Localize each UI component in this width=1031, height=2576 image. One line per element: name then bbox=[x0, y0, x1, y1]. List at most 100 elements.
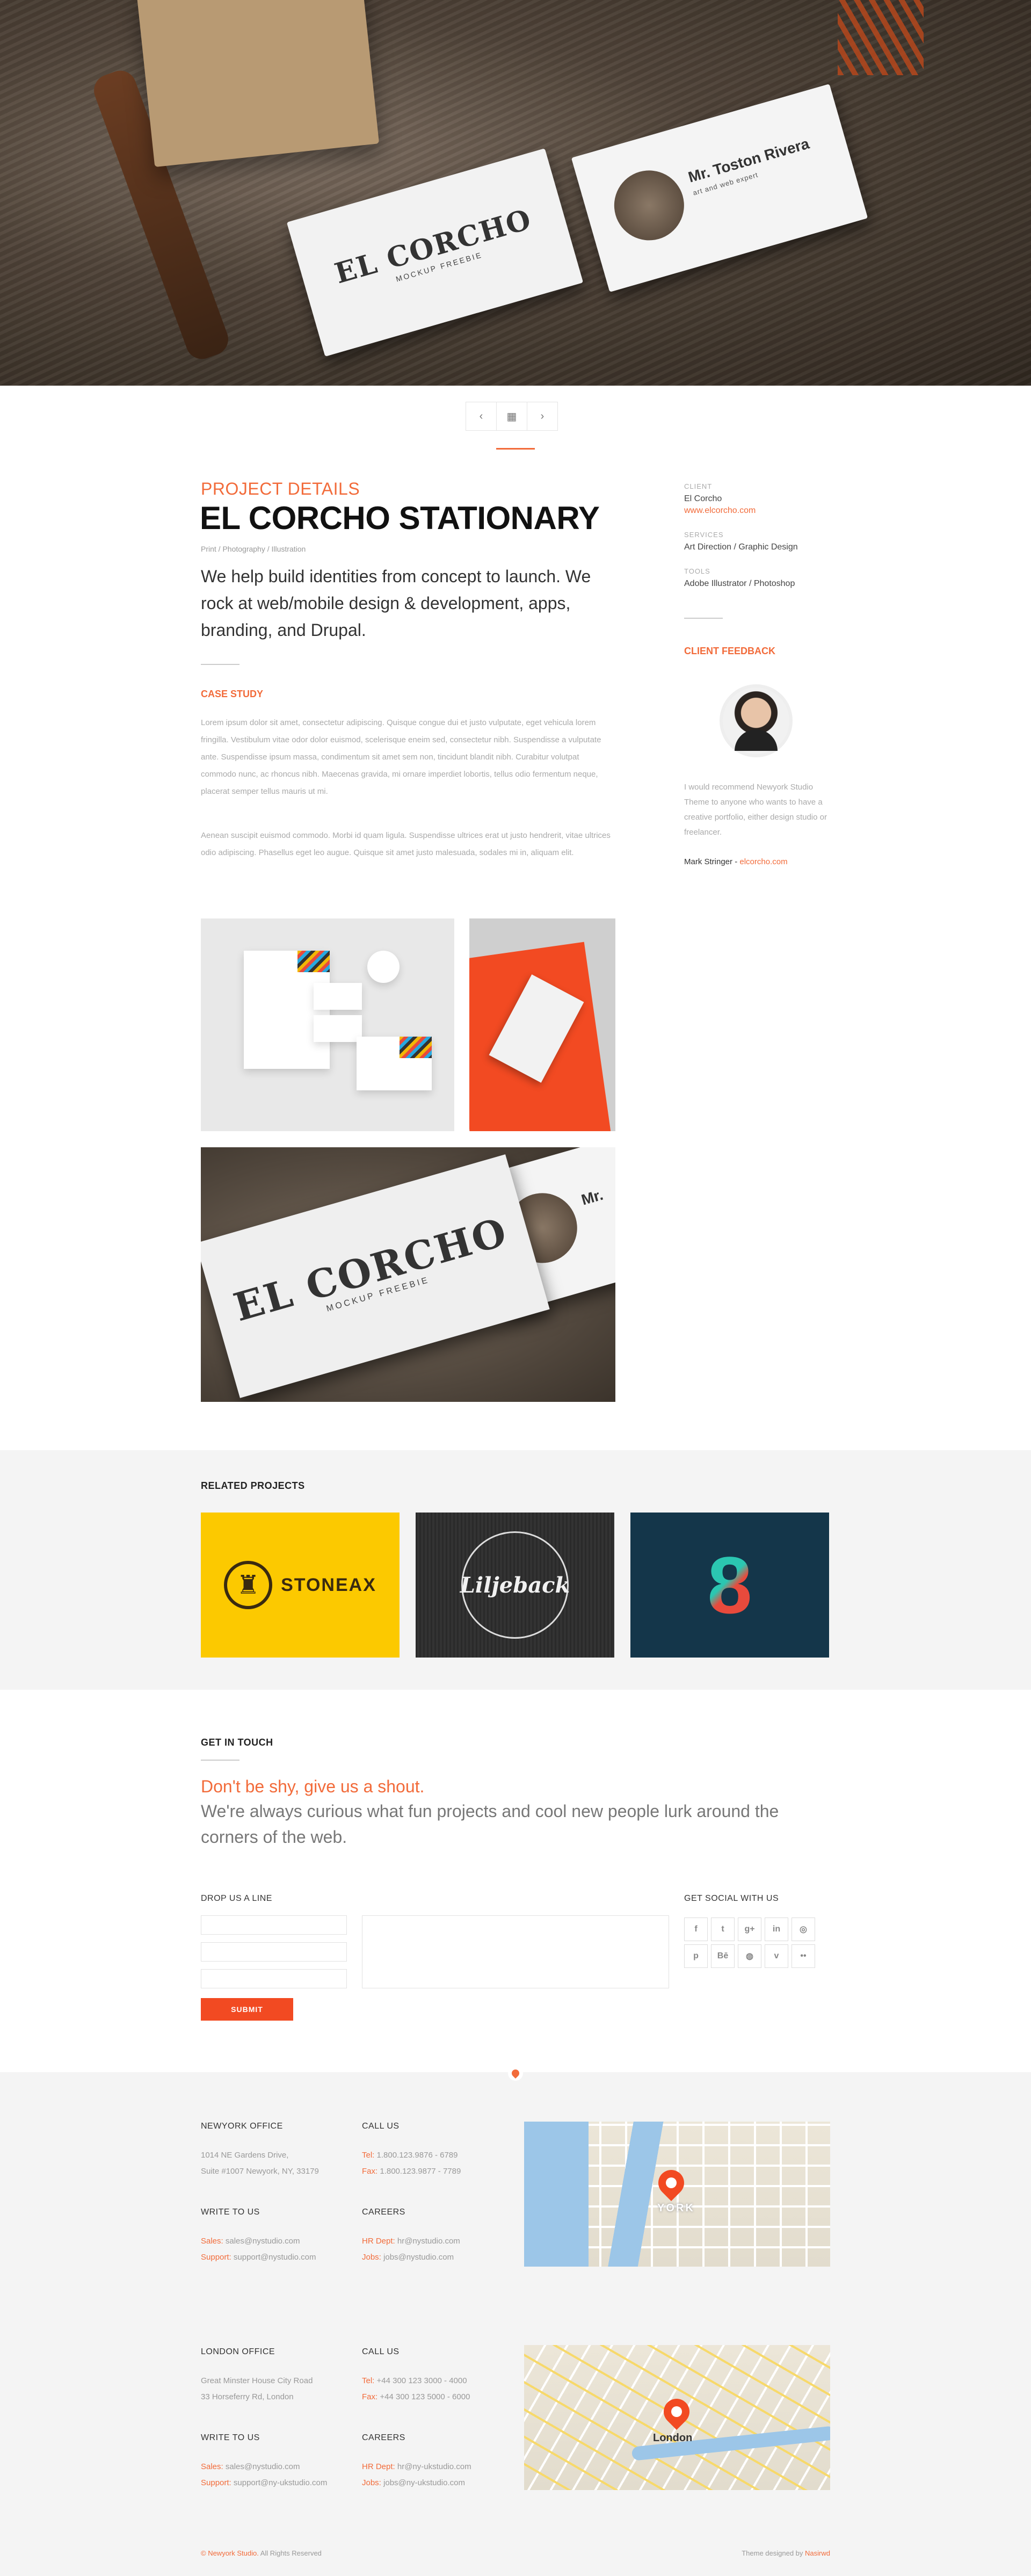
feedback-author: Mark Stringer - elcorcho.com bbox=[684, 857, 788, 866]
ny-careers-title: CAREERS bbox=[362, 2208, 405, 2217]
hero-image: EL CORCHO MOCKUP FREEBIE Mr. Toston Rive… bbox=[0, 0, 1031, 386]
email-field[interactable] bbox=[201, 1942, 347, 1962]
vimeo-icon[interactable]: v bbox=[765, 1944, 788, 1968]
dribbble-icon[interactable]: ◍ bbox=[738, 1944, 761, 1968]
gallery-image-stationery[interactable] bbox=[201, 918, 454, 1131]
flickr-icon[interactable]: •• bbox=[792, 1944, 815, 1968]
related-project-label: Liljeback bbox=[460, 1572, 570, 1598]
ny-write-title: WRITE TO US bbox=[201, 2208, 260, 2217]
ny-tel: Tel: 1.800.123.9876 - 6789 bbox=[362, 2151, 458, 2160]
chevron-left-icon: ‹ bbox=[479, 410, 483, 422]
london-address-line-2: 33 Horseferry Rd, London bbox=[201, 2392, 294, 2401]
project-kicker: PROJECT DETAILS bbox=[201, 479, 360, 498]
related-project-label: STONEAX bbox=[281, 1574, 376, 1595]
ny-office-title: NEWYORK OFFICE bbox=[201, 2122, 283, 2131]
london-map-label: London bbox=[653, 2432, 693, 2444]
tools-label: TOOLS bbox=[684, 567, 710, 575]
lead-divider bbox=[201, 664, 239, 665]
ny-address-line-1: 1014 NE Gardens Drive, bbox=[201, 2151, 289, 2160]
behance-icon[interactable]: Bē bbox=[711, 1944, 735, 1968]
hero-card-photo bbox=[606, 162, 693, 249]
contact-lead: We're always curious what fun projects a… bbox=[201, 1801, 779, 1847]
ny-map[interactable]: YORK bbox=[524, 2122, 830, 2267]
contact-divider bbox=[201, 1760, 239, 1761]
case-study-title: CASE STUDY bbox=[201, 689, 264, 699]
feedback-author-link[interactable]: elcorcho.com bbox=[739, 857, 787, 866]
project-lead: We help build identities from concept to… bbox=[201, 567, 591, 640]
copyright: © Newyork Studio. All Rights Reserved bbox=[201, 2549, 322, 2557]
instagram-icon[interactable]: ◎ bbox=[792, 1917, 815, 1941]
london-hr[interactable]: HR Dept: hr@ny-ukstudio.com bbox=[362, 2462, 471, 2471]
meta-divider bbox=[684, 618, 723, 619]
case-study-paragraph-2: Aenean suscipit euismod commodo. Morbi i… bbox=[201, 831, 611, 857]
hero-wood-chips bbox=[838, 0, 924, 75]
gallery-card-name: Mr. bbox=[579, 1186, 605, 1209]
project-nav: ‹ ▦ › bbox=[466, 402, 558, 431]
form-title: DROP US A LINE bbox=[201, 1894, 272, 1903]
london-fax: Fax: +44 300 123 5000 - 6000 bbox=[362, 2392, 470, 2401]
london-call-title: CALL US bbox=[362, 2347, 400, 2356]
ny-fax: Fax: 1.800.123.9877 - 7789 bbox=[362, 2167, 461, 2176]
london-write-title: WRITE TO US bbox=[201, 2433, 260, 2442]
submit-button[interactable]: SUBMIT bbox=[201, 1998, 293, 2021]
related-projects-title: RELATED PROJECTS bbox=[201, 1480, 305, 1491]
ny-sales[interactable]: Sales: sales@nystudio.com bbox=[201, 2237, 300, 2246]
name-field[interactable] bbox=[201, 1915, 347, 1935]
client-label: CLIENT bbox=[684, 482, 713, 490]
related-project-eight[interactable]: 8 bbox=[630, 1513, 829, 1658]
ny-hr[interactable]: HR Dept: hr@nystudio.com bbox=[362, 2237, 460, 2246]
london-careers-title: CAREERS bbox=[362, 2433, 405, 2442]
tools-value: Adobe Illustrator / Photoshop bbox=[684, 579, 795, 588]
pinterest-icon[interactable]: p bbox=[684, 1944, 708, 1968]
client-name: El Corcho bbox=[684, 494, 722, 503]
gallery-image-red-folder[interactable] bbox=[469, 918, 615, 1131]
prev-project-button[interactable]: ‹ bbox=[466, 402, 497, 431]
contact-tagline: Don't be shy, give us a shout. bbox=[201, 1777, 425, 1796]
client-url-link[interactable]: www.elcorcho.com bbox=[684, 506, 756, 516]
client-feedback-title: CLIENT FEEDBACK bbox=[684, 646, 775, 656]
related-project-stoneax[interactable]: ♜ STONEAX bbox=[201, 1513, 400, 1658]
linkedin-icon[interactable]: in bbox=[765, 1917, 788, 1941]
location-pin-icon bbox=[508, 2066, 523, 2081]
related-project-label: 8 bbox=[707, 1539, 752, 1632]
social-title: GET SOCIAL WITH US bbox=[684, 1894, 779, 1903]
twitter-icon[interactable]: t bbox=[711, 1917, 735, 1941]
theme-credit: Theme designed by Nasirwd bbox=[742, 2549, 830, 2557]
gallery-image-business-cards[interactable]: Mr. EL CORCHO MOCKUP FREEBIE bbox=[201, 1147, 615, 1402]
ny-jobs[interactable]: Jobs: jobs@nystudio.com bbox=[362, 2253, 454, 2262]
designer-link[interactable]: Nasirwd bbox=[805, 2549, 830, 2557]
services-value: Art Direction / Graphic Design bbox=[684, 542, 798, 552]
grid-icon: ▦ bbox=[506, 410, 517, 423]
next-project-button[interactable]: › bbox=[527, 402, 558, 431]
facebook-icon[interactable]: f bbox=[684, 1917, 708, 1941]
map-marker-icon bbox=[658, 2393, 695, 2430]
ny-support[interactable]: Support: support@nystudio.com bbox=[201, 2253, 316, 2262]
london-tel: Tel: +44 300 123 3000 - 4000 bbox=[362, 2376, 467, 2385]
london-address-line-1: Great Minster House City Road bbox=[201, 2376, 313, 2385]
subject-field[interactable] bbox=[201, 1969, 347, 1988]
map-marker-icon bbox=[653, 2165, 689, 2201]
googleplus-icon[interactable]: g+ bbox=[738, 1917, 761, 1941]
related-project-liljeback[interactable]: Liljeback bbox=[416, 1513, 614, 1658]
london-sales[interactable]: Sales: sales@nystudio.com bbox=[201, 2462, 300, 2471]
hero-paper-bag bbox=[136, 0, 380, 168]
contact-title: GET IN TOUCH bbox=[201, 1737, 273, 1748]
ny-address-line-2: Suite #1007 Newyork, NY, 33179 bbox=[201, 2167, 319, 2176]
viking-icon: ♜ bbox=[224, 1561, 273, 1609]
london-jobs[interactable]: Jobs: jobs@ny-ukstudio.com bbox=[362, 2478, 465, 2487]
project-categories: Print / Photography / Illustration bbox=[201, 545, 306, 553]
chevron-right-icon: › bbox=[540, 410, 544, 422]
gallery-card-logo: EL CORCHO bbox=[228, 1208, 513, 1330]
london-office-title: LONDON OFFICE bbox=[201, 2347, 275, 2356]
ny-call-title: CALL US bbox=[362, 2122, 400, 2131]
section-divider bbox=[496, 448, 535, 450]
hero-card-logo: EL CORCHO bbox=[331, 202, 535, 291]
message-field[interactable] bbox=[362, 1915, 669, 1988]
services-label: SERVICES bbox=[684, 531, 724, 539]
london-support[interactable]: Support: support@ny-ukstudio.com bbox=[201, 2478, 327, 2487]
london-map[interactable]: London bbox=[524, 2345, 830, 2490]
footer bbox=[0, 2072, 1031, 2576]
page-title: EL CORCHO STATIONARY bbox=[200, 500, 600, 536]
all-projects-button[interactable]: ▦ bbox=[496, 402, 527, 431]
case-study-paragraph-1: Lorem ipsum dolor sit amet, consectetur … bbox=[201, 718, 601, 796]
